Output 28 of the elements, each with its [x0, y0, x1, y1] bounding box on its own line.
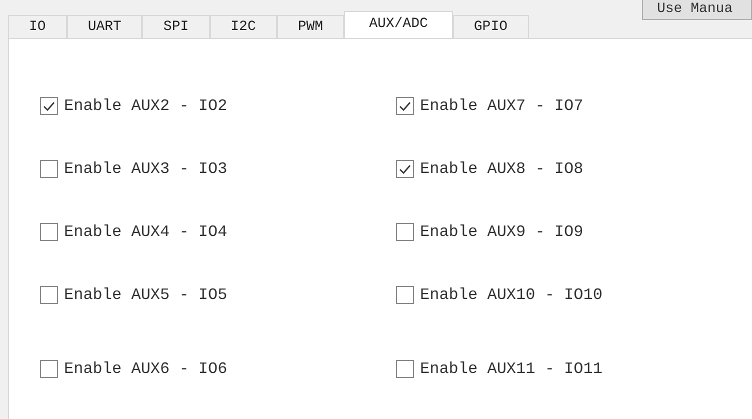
checkbox[interactable]: [396, 97, 414, 115]
tab[interactable]: IO: [8, 15, 67, 38]
checkbox-label: Enable AUX11 - IO11: [420, 360, 602, 378]
checkbox[interactable]: [40, 286, 58, 304]
checkbox-label: Enable AUX5 - IO5: [64, 286, 228, 304]
tab[interactable]: AUX/ADC: [344, 11, 453, 38]
checkbox[interactable]: [40, 223, 58, 241]
checkbox-label: Enable AUX3 - IO3: [64, 160, 228, 178]
tab[interactable]: UART: [66, 15, 142, 38]
checkbox[interactable]: [396, 360, 414, 378]
checkbox[interactable]: [396, 223, 414, 241]
checkbox[interactable]: [40, 360, 58, 378]
checkbox-label: Enable AUX7 - IO7: [420, 97, 584, 115]
checkbox-label: Enable AUX4 - IO4: [64, 223, 228, 241]
manual-button[interactable]: Use Manua: [642, 0, 752, 20]
tab[interactable]: SPI: [142, 15, 210, 38]
checkbox[interactable]: [396, 160, 414, 178]
checkbox-label: Enable AUX6 - IO6: [64, 360, 228, 378]
checkbox-label: Enable AUX8 - IO8: [420, 160, 584, 178]
tab[interactable]: GPIO: [452, 15, 528, 38]
tab[interactable]: PWM: [276, 15, 344, 38]
checkbox[interactable]: [40, 97, 58, 115]
checkbox[interactable]: [40, 160, 58, 178]
checkbox-label: Enable AUX10 - IO10: [420, 286, 602, 304]
checkbox[interactable]: [396, 286, 414, 304]
checkbox-label: Enable AUX2 - IO2: [64, 97, 228, 115]
checkbox-label: Enable AUX9 - IO9: [420, 223, 584, 241]
tab[interactable]: I2C: [210, 15, 277, 38]
